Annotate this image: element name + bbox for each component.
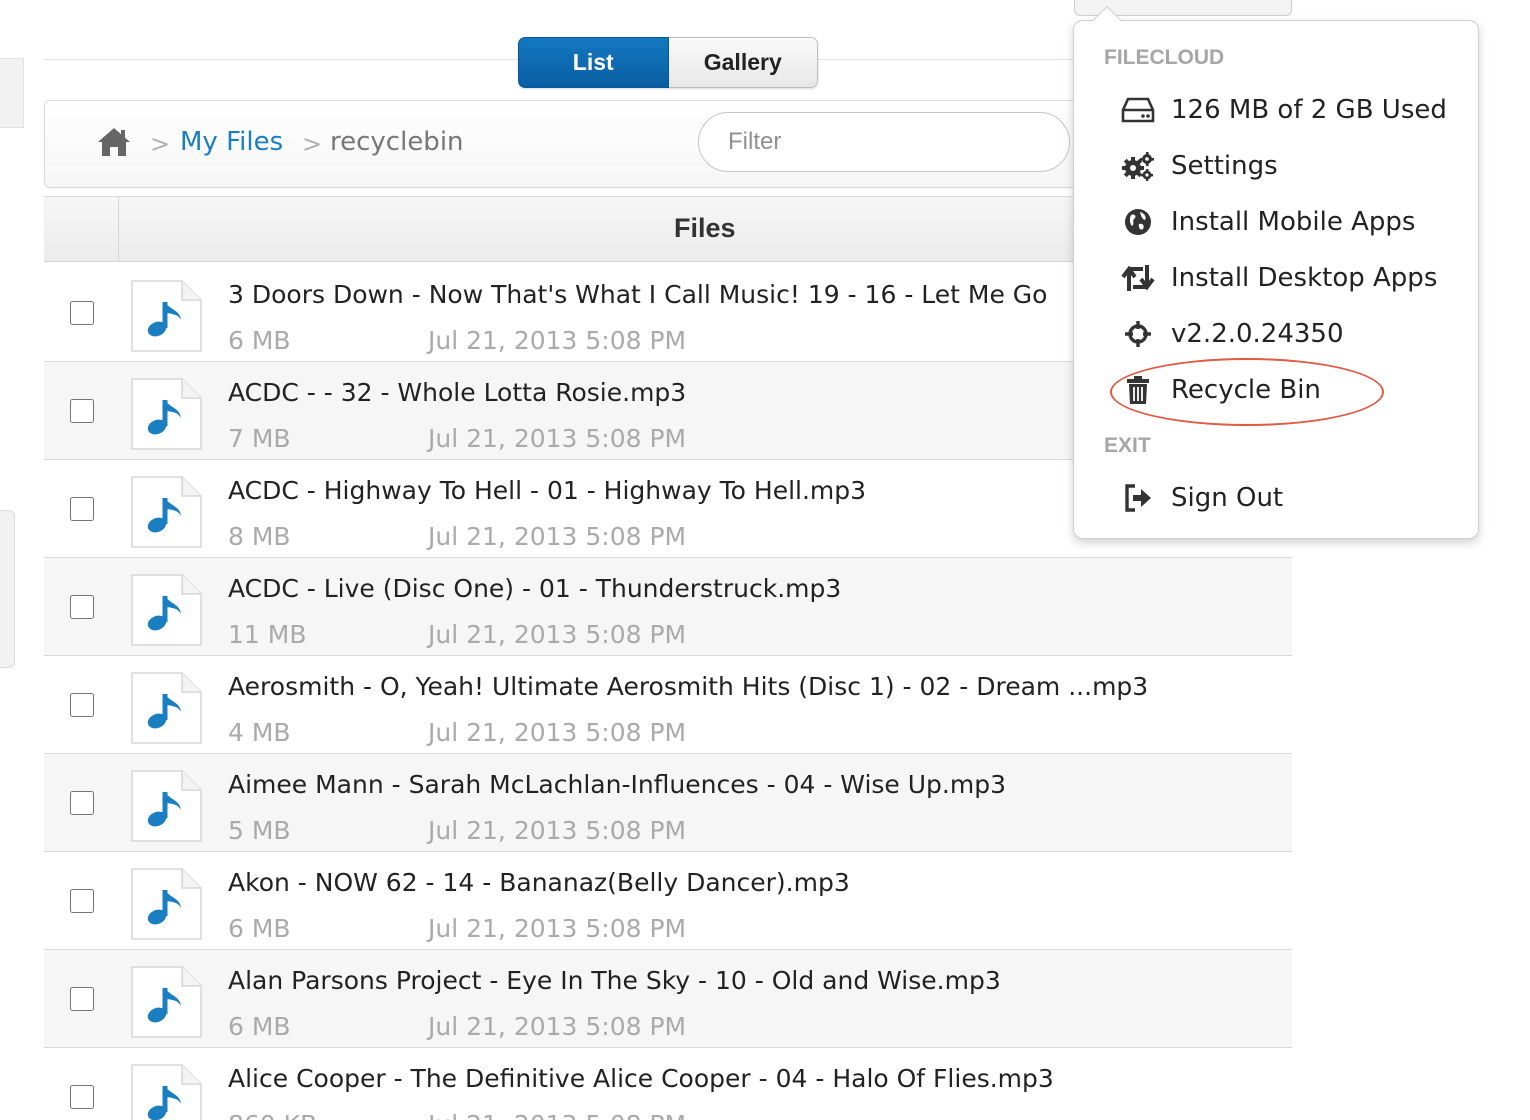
file-date: Jul 21, 2013 5:08 PM [428,1012,687,1041]
file-size: 6 MB [228,914,291,943]
file-row[interactable]: Aimee Mann - Sarah McLachlan-Influences … [44,754,1292,852]
file-size: 5 MB [228,816,291,845]
menu-section-filecloud: FILECLOUD [1104,46,1225,69]
menu-item-sign-out[interactable]: Sign Out [1120,478,1460,518]
files-column-header[interactable]: Files [674,213,736,244]
file-size: 6 MB [228,1012,291,1041]
row-checkbox[interactable] [70,889,94,913]
file-size: 4 MB [228,718,291,747]
row-checkbox[interactable] [70,301,94,325]
file-date: Jul 21, 2013 5:08 PM [428,424,687,453]
breadcrumb-separator: > [302,130,323,158]
gallery-view-button[interactable]: Gallery [668,37,818,88]
filter-input[interactable] [698,112,1070,172]
menu-item-label: Install Mobile Apps [1171,207,1416,237]
menu-item-label: Install Desktop Apps [1171,263,1438,293]
menu-item-label: v2.2.0.24350 [1171,319,1344,349]
file-date: Jul 21, 2013 5:08 PM [428,1110,686,1120]
menu-item-install-desktop-apps[interactable]: Install Desktop Apps [1120,258,1460,298]
music-file-icon [131,378,202,450]
menu-item-label: Settings [1171,151,1278,181]
file-date: Jul 21, 2013 5:08 PM [428,522,687,551]
file-row[interactable]: Alan Parsons Project - Eye In The Sky - … [44,950,1292,1048]
row-checkbox[interactable] [70,791,94,815]
retweet-icon [1120,260,1156,296]
file-date: Jul 21, 2013 5:08 PM [428,326,687,355]
menu-item-label: Sign Out [1171,483,1284,513]
file-name[interactable]: Aimee Mann - Sarah McLachlan-Influences … [228,770,1006,799]
trash-icon [1120,372,1156,408]
music-file-icon [131,280,202,352]
table-header: Files [44,196,1104,262]
row-checkbox[interactable] [70,497,94,521]
file-name[interactable]: 3 Doors Down - Now That's What I Call Mu… [228,280,1047,309]
file-date: Jul 21, 2013 5:08 PM [428,718,687,747]
file-name[interactable]: ACDC - - 32 - Whole Lotta Rosie.mp3 [228,378,686,407]
breadcrumb-current-folder: recyclebin [330,127,464,157]
music-file-icon [131,868,202,940]
left-panel-tab[interactable] [0,58,24,128]
row-checkbox[interactable] [70,987,94,1011]
row-checkbox[interactable] [70,693,94,717]
file-name[interactable]: Alice Cooper - The Definitive Alice Coop… [228,1064,1054,1093]
home-icon[interactable] [96,126,132,158]
music-file-icon [131,574,202,646]
file-row[interactable]: Akon - NOW 62 - 14 - Bananaz(Belly Dance… [44,852,1292,950]
file-size: 11 MB [228,620,307,649]
music-file-icon [131,1064,202,1120]
file-name[interactable]: ACDC - Highway To Hell - 01 - Highway To… [228,476,866,505]
breadcrumb-my-files[interactable]: My Files [180,127,283,157]
file-date: Jul 21, 2013 5:08 PM [428,620,687,649]
file-size: 6 MB [228,326,291,355]
breadcrumb-separator: > [150,130,171,158]
menu-item-recycle-bin[interactable]: Recycle Bin [1120,370,1460,410]
row-checkbox[interactable] [70,1085,94,1109]
music-file-icon [131,476,202,548]
view-toggle: List Gallery [518,37,818,88]
file-row[interactable]: Alice Cooper - The Definitive Alice Coop… [44,1048,1292,1120]
menu-item-install-mobile-apps[interactable]: Install Mobile Apps [1120,202,1460,242]
menu-item-label: Recycle Bin [1171,375,1321,405]
music-file-icon [131,672,202,744]
globe-icon [1120,204,1156,240]
hard-drive-icon [1120,92,1156,128]
crosshair-icon [1120,316,1156,352]
file-name[interactable]: Akon - NOW 62 - 14 - Bananaz(Belly Dance… [228,868,850,897]
sign-out-icon [1120,480,1156,516]
file-name[interactable]: Alan Parsons Project - Eye In The Sky - … [228,966,1001,995]
gears-icon [1120,148,1156,184]
left-panel-handle[interactable] [0,510,15,668]
file-row[interactable]: ACDC - Live (Disc One) - 01 - Thunderstr… [44,558,1292,656]
music-file-icon [131,770,202,842]
menu-item-label: 126 MB of 2 GB Used [1171,95,1447,125]
list-view-button[interactable]: List [518,37,669,88]
row-checkbox[interactable] [70,595,94,619]
menu-item-version[interactable]: v2.2.0.24350 [1120,314,1460,354]
file-date: Jul 21, 2013 5:08 PM [428,816,687,845]
file-name[interactable]: ACDC - Live (Disc One) - 01 - Thunderstr… [228,574,841,603]
menu-section-exit: EXIT [1104,434,1151,457]
file-size: 7 MB [228,424,291,453]
menu-item-settings[interactable]: Settings [1120,146,1460,186]
file-size: 860 KB [228,1110,317,1120]
file-date: Jul 21, 2013 5:08 PM [428,914,687,943]
music-file-icon [131,966,202,1038]
file-name[interactable]: Aerosmith - O, Yeah! Ultimate Aerosmith … [228,672,1148,701]
menu-item-usage[interactable]: 126 MB of 2 GB Used [1120,90,1460,130]
file-row[interactable]: Aerosmith - O, Yeah! Ultimate Aerosmith … [44,656,1292,754]
select-all-cell[interactable] [44,197,119,261]
row-checkbox[interactable] [70,399,94,423]
file-size: 8 MB [228,522,291,551]
